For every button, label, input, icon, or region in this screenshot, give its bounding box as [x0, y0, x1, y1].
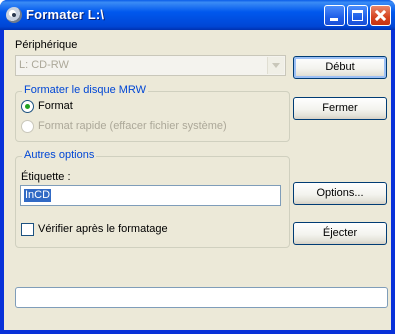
format-radio-label[interactable]: Format — [38, 100, 73, 112]
verify-checkbox[interactable] — [21, 223, 34, 236]
disc-icon — [6, 7, 22, 23]
window-title: Formater L:\ — [26, 7, 105, 22]
maximize-button[interactable] — [347, 5, 368, 26]
eject-button[interactable]: Éjecter — [293, 222, 387, 245]
minimize-button[interactable] — [324, 5, 345, 26]
options-button[interactable]: Options... — [293, 182, 387, 205]
close-window-button[interactable] — [370, 5, 391, 26]
volume-label-value: InCD — [24, 189, 52, 202]
minimize-icon — [330, 18, 338, 21]
chevron-down-icon[interactable] — [267, 57, 284, 74]
device-label: Périphérique — [15, 39, 78, 51]
maximize-icon — [352, 10, 363, 21]
format-dialog-window: Formater L:\ Périphérique L: CD-RW Début… — [0, 0, 395, 334]
close-button[interactable]: Fermer — [293, 97, 387, 120]
status-field — [15, 287, 388, 308]
format-mrw-group-title: Formater le disque MRW — [22, 84, 149, 96]
close-icon — [371, 6, 390, 25]
start-button[interactable]: Début — [293, 56, 387, 79]
device-select[interactable]: L: CD-RW — [15, 55, 286, 76]
dialog-body: Périphérique L: CD-RW Début Formater le … — [4, 30, 391, 330]
volume-label-input[interactable]: InCD — [20, 185, 281, 206]
quick-format-radio-label: Format rapide (effacer fichier système) — [38, 120, 227, 132]
other-options-group-title: Autres options — [22, 149, 97, 161]
format-mrw-group: Formater le disque MRW — [15, 84, 290, 142]
title-bar[interactable]: Formater L:\ — [0, 0, 395, 30]
volume-label-caption: Étiquette : — [21, 171, 71, 183]
device-select-value: L: CD-RW — [19, 59, 69, 71]
quick-format-radio — [21, 120, 34, 133]
format-radio[interactable] — [21, 100, 34, 113]
verify-checkbox-label[interactable]: Vérifier après le formatage — [38, 223, 168, 235]
